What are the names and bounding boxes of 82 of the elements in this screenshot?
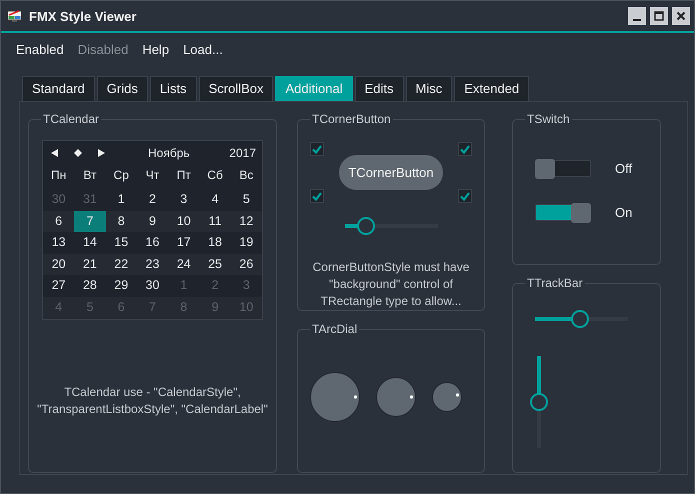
- day-cell[interactable]: 29: [106, 275, 137, 297]
- tab[interactable]: Edits: [354, 76, 404, 101]
- day-cell[interactable]: 10: [168, 210, 200, 232]
- day-cell[interactable]: 13: [43, 232, 74, 254]
- weekday-label: Пт: [176, 167, 192, 184]
- day-cell[interactable]: 4: [199, 189, 231, 211]
- window-title: FMX Style Viewer: [29, 8, 138, 24]
- day-cell[interactable]: 3: [168, 189, 200, 211]
- weekday-label: Пн: [50, 167, 68, 184]
- close-icon: [676, 11, 686, 21]
- tab[interactable]: Standard: [22, 76, 95, 101]
- day-cell[interactable]: 17: [168, 232, 200, 254]
- toggle-switch[interactable]: [535, 204, 591, 220]
- arc-dial[interactable]: [432, 382, 462, 412]
- close-button[interactable]: [672, 7, 690, 25]
- day-cell[interactable]: 23: [136, 254, 168, 276]
- weekday-label: Чт: [144, 167, 160, 184]
- day-cell[interactable]: 15: [106, 232, 137, 254]
- maximize-icon: [654, 11, 664, 21]
- day-cell[interactable]: 18: [199, 232, 231, 254]
- minimize-icon: [633, 18, 641, 20]
- slider-thumb[interactable]: [530, 393, 548, 411]
- tab[interactable]: Grids: [96, 76, 148, 101]
- minimize-button[interactable]: [628, 7, 646, 25]
- tab[interactable]: Extended: [454, 76, 530, 101]
- weekday-label: Сб: [206, 167, 224, 184]
- day-cell[interactable]: 22: [106, 254, 137, 276]
- switch-label: Off: [615, 160, 632, 176]
- weekday-label: Вт: [82, 167, 98, 184]
- day-cell[interactable]: 1: [106, 189, 137, 211]
- description-text: TCalendar use - "CalendarStyle", "TransparentListboxStyle", "CalendarLabel": [36, 384, 269, 418]
- day-cell[interactable]: 12: [230, 210, 262, 232]
- checkbox[interactable]: [458, 142, 472, 156]
- description-text: CornerButtonStyle must have "background" control of TRectangle type to allow...: [312, 259, 470, 310]
- day-cell[interactable]: 24: [168, 254, 200, 276]
- group-title: TCornerButton: [311, 112, 392, 126]
- group-title: TArcDial: [311, 322, 358, 336]
- group-title: TCalendar: [42, 112, 100, 126]
- slider-thumb[interactable]: [570, 310, 589, 328]
- day-cell[interactable]: 20: [43, 254, 74, 276]
- tab[interactable]: Lists: [150, 76, 197, 101]
- day-cell[interactable]: 8: [106, 210, 137, 232]
- app-icon: [7, 10, 22, 22]
- previous-month-button[interactable]: [51, 148, 61, 158]
- weekday-label: Ср: [112, 167, 130, 184]
- day-cell[interactable]: 9: [136, 210, 168, 232]
- slider-thumb[interactable]: [356, 217, 375, 235]
- today-button[interactable]: [74, 148, 84, 158]
- day-cell[interactable]: 5: [230, 189, 262, 211]
- day-cell[interactable]: 19: [230, 232, 262, 254]
- switch-label: On: [615, 204, 632, 220]
- day-cell[interactable]: 28: [74, 275, 106, 297]
- tab[interactable]: ScrollBox: [198, 76, 274, 101]
- day-cell[interactable]: 16: [136, 232, 168, 254]
- day-cell[interactable]: 21: [74, 254, 106, 276]
- year-label: 2017: [229, 146, 256, 160]
- day-cell[interactable]: 6: [43, 210, 74, 232]
- day-cell[interactable]: 25: [199, 254, 231, 276]
- day-cell[interactable]: 30: [136, 275, 168, 297]
- group-title: TSwitch: [526, 112, 571, 126]
- menu-item[interactable]: Enabled: [9, 42, 71, 56]
- weekday-label: Вс: [238, 167, 254, 184]
- corner-button[interactable]: TCornerButton: [339, 155, 443, 190]
- checkbox[interactable]: [458, 189, 472, 203]
- arc-dial[interactable]: [310, 372, 360, 422]
- tab[interactable]: Misc: [406, 76, 452, 101]
- toggle-switch[interactable]: [535, 160, 591, 176]
- month-label: Ноябрь: [148, 146, 191, 160]
- maximize-button[interactable]: [650, 7, 668, 25]
- day-cell[interactable]: 14: [74, 232, 106, 254]
- menu-item[interactable]: Help: [135, 42, 176, 56]
- next-month-button[interactable]: [97, 148, 107, 158]
- checkbox[interactable]: [310, 189, 324, 203]
- day-cell[interactable]: 2: [136, 189, 168, 211]
- day-cell[interactable]: 27: [43, 275, 74, 297]
- group-title: TTrackBar: [526, 276, 584, 290]
- checkbox[interactable]: [310, 142, 324, 156]
- menu-item[interactable]: Load...: [176, 42, 230, 56]
- day-cell[interactable]: 7: [74, 210, 106, 232]
- day-cell[interactable]: 11: [199, 210, 231, 232]
- day-cell[interactable]: 26: [230, 254, 262, 276]
- arc-dial[interactable]: [376, 377, 416, 417]
